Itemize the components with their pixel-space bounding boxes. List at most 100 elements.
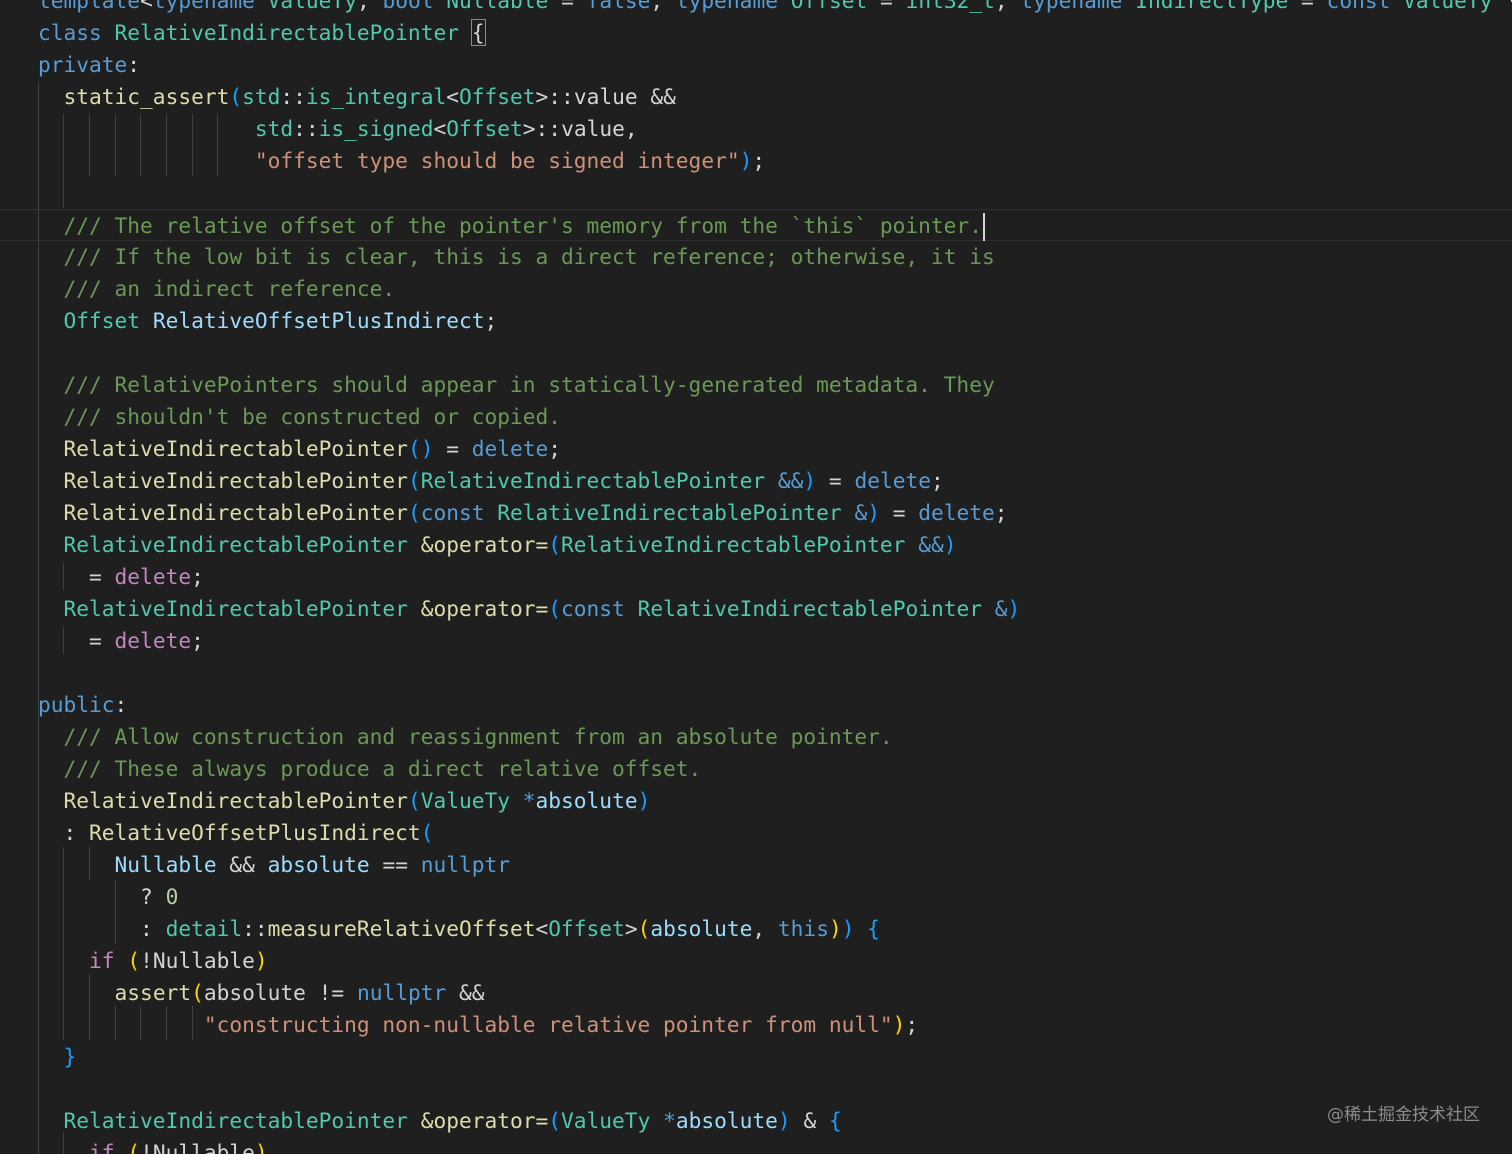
code-token: = [816,468,855,493]
code-token: RelativeIndirectablePointer [561,532,906,557]
code-line[interactable]: "offset type should be signed integer"); [38,145,765,177]
code-line[interactable]: ? 0 [38,881,178,913]
code-token: ; [191,628,204,653]
code-line[interactable]: RelativeIndirectablePointer() = delete; [38,433,562,465]
code-line[interactable]: /// RelativePointers should appear in st… [38,369,995,401]
code-token: ) [892,1012,906,1037]
code-line[interactable]: RelativeIndirectablePointer(const Relati… [38,497,1008,529]
code-line[interactable]: /// Allow construction and reassignment … [38,721,893,753]
code-line[interactable]: /// an indirect reference. [38,273,396,305]
code-line[interactable]: assert(absolute != nullptr && [38,977,485,1009]
code-line[interactable]: RelativeIndirectablePointer &operator=(R… [38,529,957,561]
code-token: bool [382,0,434,13]
code-token: Offset [548,916,625,941]
code-token: !Nullable [140,1140,255,1154]
code-line[interactable]: if (!Nullable) [38,1137,268,1154]
code-token: ) [777,1108,791,1133]
code-line[interactable]: static_assert(std::is_integral<Offset>::… [38,81,676,113]
code-token: { [867,916,881,941]
code-line[interactable]: RelativeIndirectablePointer &operator=(c… [38,593,1021,625]
code-line[interactable]: std::is_signed<Offset>::value, [38,113,638,145]
indent-guide [192,1006,193,1040]
code-editor[interactable]: template<typename ValueTy, bool Nullable… [0,0,1512,1154]
code-token: , [994,0,1021,13]
code-line[interactable]: } [38,1041,77,1073]
code-token: !Nullable [140,948,255,973]
code-line[interactable]: private: [38,49,140,81]
code-token: RelativeIndirectablePointer [63,500,408,525]
code-token: , [650,0,676,13]
code-token: ; [905,1012,919,1037]
code-line[interactable]: /// These always produce a direct relati… [38,753,702,785]
code-line[interactable]: "constructing non-nullable relative poin… [38,1009,918,1041]
code-line[interactable]: RelativeIndirectablePointer &operator=(V… [38,1105,842,1137]
code-token: ) [943,532,957,557]
current-code-line[interactable]: /// The relative offset of the pointer's… [0,209,1512,241]
indent-guide [217,114,218,176]
code-token: measureRelativeOffset [267,916,536,941]
code-token: delete [471,436,549,461]
code-token: * [1492,0,1512,13]
code-token: >:: [535,84,574,109]
indent-guide [140,114,141,176]
code-token: &operator= [420,1108,549,1133]
code-token: ( [229,84,243,109]
code-token: = [433,436,472,461]
watermark-label: @稀土掘金技术社区 [1327,1105,1480,1125]
code-line[interactable]: Nullable && absolute == nullptr [38,849,510,881]
code-token: is_signed [318,116,434,141]
code-token: 0 [165,884,179,909]
indent-guide [140,1006,141,1040]
code-token: ) [637,788,651,813]
code-token: RelativeOffsetPlusIndirect [89,820,421,845]
code-token: RelativeIndirectablePointer [63,788,408,813]
code-token: , [752,916,778,941]
code-token: Nullable [114,852,217,877]
code-token: ( [407,468,421,493]
code-token: ) [867,500,880,525]
code-line[interactable]: : detail::measureRelativeOffset<Offset>(… [38,913,880,945]
code-line[interactable]: public: [38,689,127,721]
code-line[interactable]: RelativeIndirectablePointer(ValueTy *abs… [38,785,651,817]
code-token: if [89,1140,115,1154]
code-token: && [777,468,804,493]
code-line[interactable]: Offset RelativeOffsetPlusIndirect; [38,305,498,337]
code-token: Offset [790,0,868,13]
code-token: &operator= [420,532,549,557]
code-line[interactable]: class RelativeIndirectablePointer { [38,17,486,49]
code-token: /// RelativePointers should appear in st… [63,372,995,397]
code-token: assert [114,980,192,1005]
code-token: std [242,84,281,109]
code-line[interactable]: RelativeIndirectablePointer(RelativeIndi… [38,465,944,497]
code-line[interactable]: template<typename ValueTy, bool Nullable… [38,0,1512,17]
code-line[interactable]: /// shouldn't be constructed or copied. [38,401,561,433]
code-line[interactable]: /// If the low bit is clear, this is a d… [38,241,995,273]
code-token: &operator= [420,596,549,621]
code-line[interactable]: if (!Nullable) [38,945,268,977]
indent-guide [38,690,39,1154]
code-line[interactable]: : RelativeOffsetPlusIndirect( [38,817,434,849]
code-token: value, [561,116,638,141]
code-token: && [446,980,485,1005]
code-token: this [777,916,829,941]
code-token: < [535,916,549,941]
indent-guide [63,847,64,1040]
code-token: detail [165,916,243,941]
code-token: :: [293,116,319,141]
code-token: = [38,564,115,589]
code-token: absolute [650,916,753,941]
